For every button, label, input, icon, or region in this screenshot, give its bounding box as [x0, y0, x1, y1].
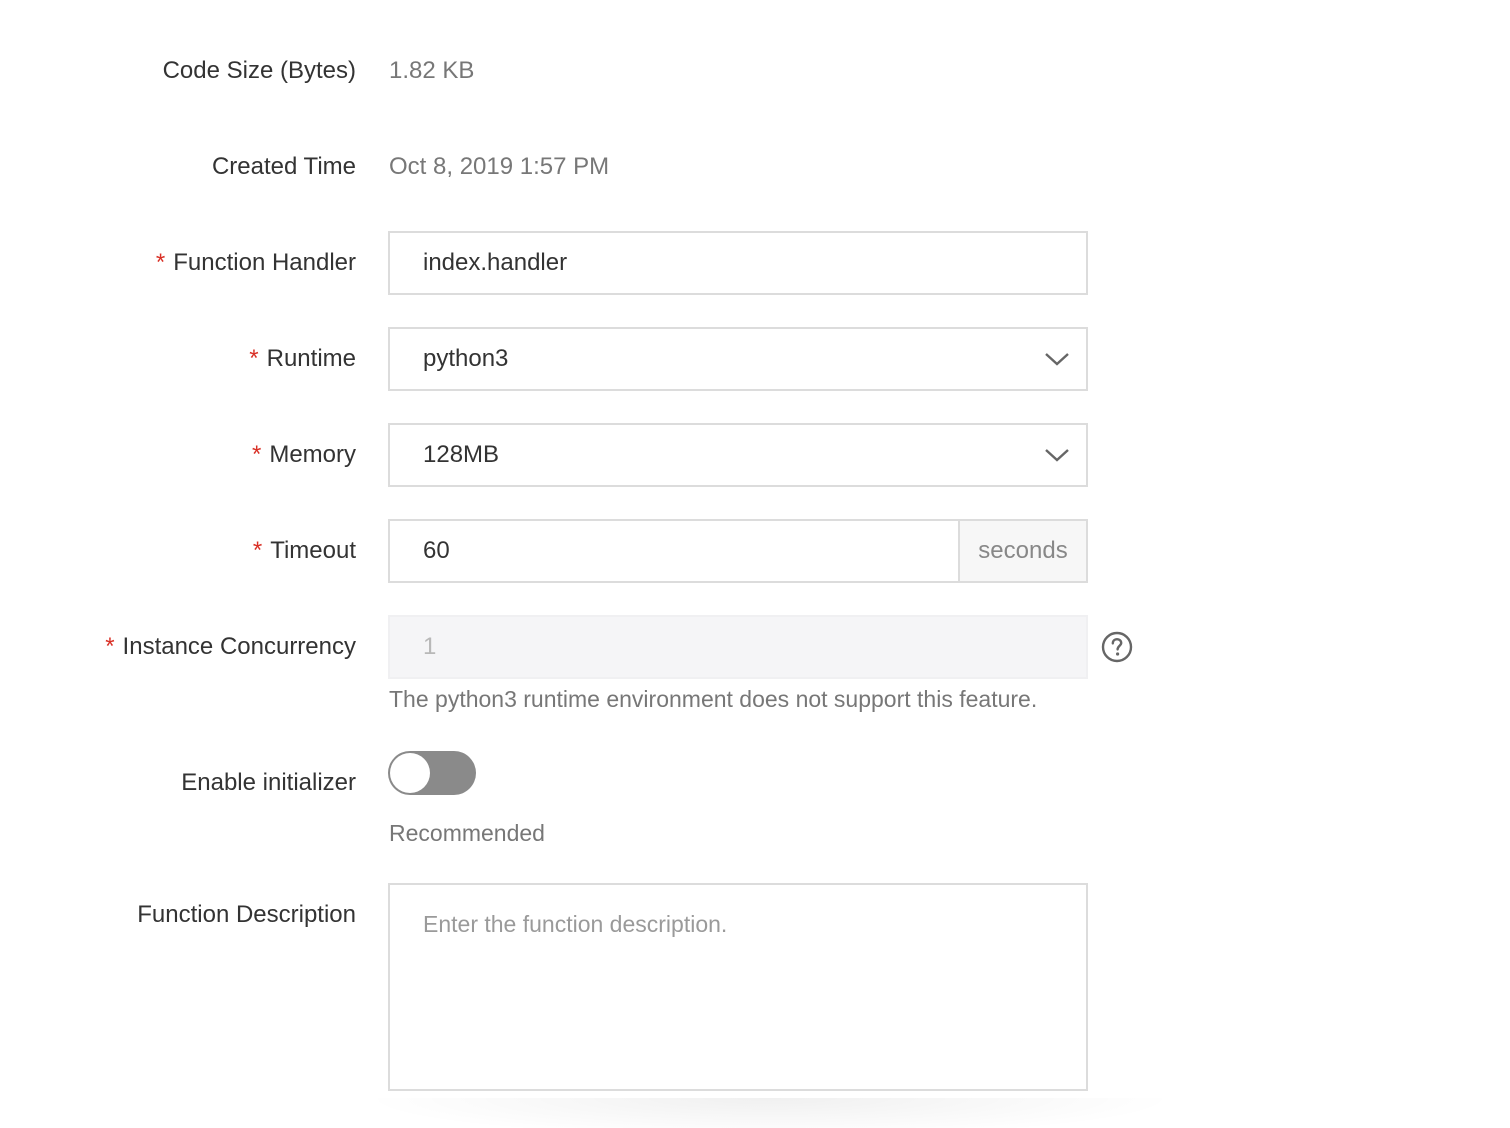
runtime-label-text: Runtime — [266, 345, 356, 372]
timeout-label-text: Timeout — [270, 537, 356, 564]
required-mark: * — [105, 633, 115, 660]
footer-shadow — [360, 1098, 1180, 1128]
runtime-label: * Runtime — [249, 344, 356, 374]
function-description-textarea[interactable]: Enter the function description. — [388, 883, 1088, 1091]
required-mark: * — [251, 441, 262, 468]
instance-concurrency-label: * Instance Concurrency — [105, 632, 356, 662]
enable-initializer-label-text: Enable initializer — [181, 769, 356, 796]
instance-concurrency-note: The python3 runtime environment does not… — [389, 686, 1038, 712]
required-mark: * — [252, 537, 263, 564]
enable-initializer-label: Enable initializer — [181, 768, 356, 798]
memory-selected-value: 128MB — [423, 441, 500, 468]
function-description-placeholder: Enter the function description. — [423, 911, 728, 937]
code-size-value: 1.82 KB — [389, 57, 475, 84]
function-handler-input[interactable]: index.handler — [388, 231, 1088, 295]
created-time-value: Oct 8, 2019 1:57 PM — [389, 153, 610, 180]
timeout-input[interactable]: 60 seconds — [388, 519, 1088, 583]
timeout-label: * Timeout — [253, 536, 356, 566]
memory-label-text: Memory — [269, 441, 356, 468]
instance-concurrency-input: 1 — [388, 615, 1088, 679]
created-time-label-text: Created Time — [211, 153, 356, 180]
code-size-label-text: Code Size (Bytes) — [162, 57, 356, 84]
function-config-form: Code Size (Bytes) 1.82 KB Created Time O… — [0, 0, 1510, 1128]
toggle-knob — [390, 753, 430, 793]
instance-concurrency-value: 1 — [423, 633, 437, 660]
memory-select[interactable]: 128MB — [388, 423, 1088, 487]
memory-label: * Memory — [252, 440, 356, 470]
code-size-label: Code Size (Bytes) — [163, 56, 356, 86]
timeout-unit-addon: seconds — [958, 521, 1086, 581]
required-mark: * — [155, 249, 166, 276]
function-handler-label-text: Function Handler — [173, 249, 356, 276]
runtime-selected-value: python3 — [423, 345, 509, 372]
chevron-down-icon — [1045, 449, 1069, 462]
enable-initializer-hint: Recommended — [389, 820, 545, 846]
required-mark: * — [249, 345, 259, 372]
question-circle-icon[interactable] — [1101, 631, 1133, 663]
function-handler-value: index.handler — [423, 249, 568, 276]
function-description-label-text: Function Description — [137, 901, 356, 928]
runtime-select[interactable]: python3 — [388, 327, 1088, 391]
function-description-label: Function Description — [137, 900, 356, 930]
instance-concurrency-label-text: Instance Concurrency — [122, 633, 356, 660]
function-handler-label: * Function Handler — [156, 248, 356, 278]
created-time-label: Created Time — [212, 152, 356, 182]
chevron-down-icon — [1045, 353, 1069, 366]
timeout-value: 60 — [423, 537, 450, 564]
enable-initializer-toggle[interactable] — [388, 751, 476, 795]
